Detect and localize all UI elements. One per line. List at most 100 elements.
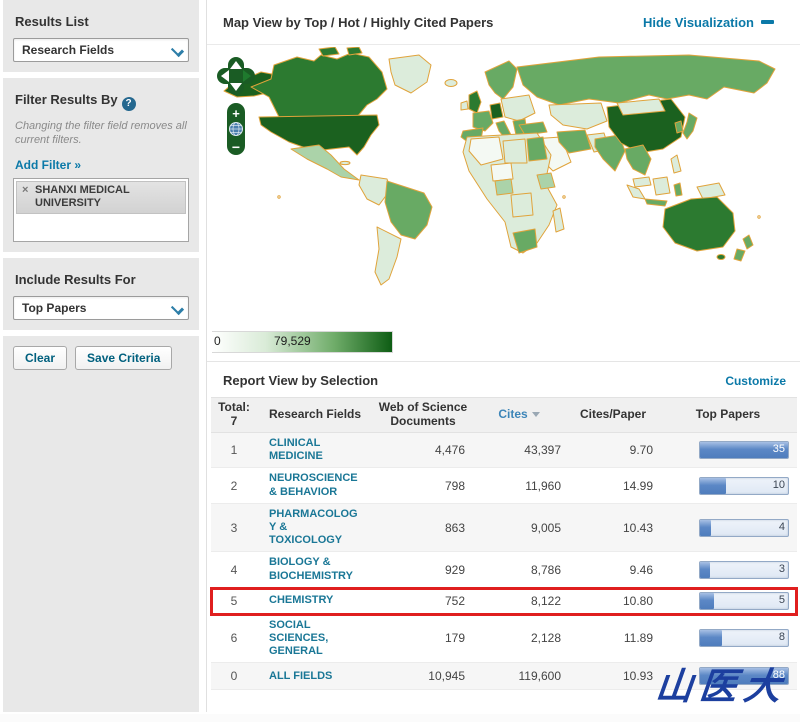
country-shape	[374, 226, 402, 286]
research-field-link[interactable]: BIOLOGY & BIOCHEMISTRY	[269, 556, 361, 582]
row-cites-value: 11,960	[525, 478, 561, 493]
country-shape	[516, 54, 776, 106]
main-panel: Map View by Top / Hot / Highly Cited Pap…	[206, 0, 800, 712]
add-filter-link[interactable]: Add Filter »	[15, 158, 81, 172]
country-shape	[500, 94, 536, 122]
top-papers-bar: 4	[699, 518, 789, 537]
column-header-cites[interactable]: Cites	[471, 405, 567, 425]
help-icon[interactable]: ?	[121, 97, 136, 111]
country-shape	[444, 79, 458, 87]
row-cites-per-paper-value: 9.70	[629, 443, 653, 458]
filter-note: Changing the filter field removes all cu…	[15, 120, 187, 146]
research-field-link[interactable]: ALL FIELDS	[269, 670, 361, 683]
results-list-section: Results List Research Fields	[3, 0, 199, 72]
row-cites-per-paper-value: 10.93	[622, 669, 653, 684]
top-papers-value: 3	[778, 562, 785, 575]
country-shape	[742, 234, 754, 250]
clear-button[interactable]: Clear	[13, 345, 68, 370]
report-view-title: Report View by Selection	[223, 373, 379, 388]
results-list-header: Results List	[15, 14, 89, 29]
country-shape	[510, 192, 534, 218]
map-view-title: Map View by Top / Hot / Highly Cited Pap…	[223, 14, 494, 30]
row-rank: 3	[230, 520, 238, 535]
research-field-link[interactable]: CHEMISTRY	[269, 594, 361, 607]
table-row: 2 NEUROSCIENCE & BEHAVIOR 798 11,960 14.…	[211, 468, 797, 504]
row-documents-value: 863	[444, 520, 465, 535]
top-papers-bar: 35	[699, 441, 789, 460]
filter-item-label: SHANXI MEDICAL UNIVERSITY	[35, 183, 130, 209]
top-papers-value: 4	[778, 520, 785, 533]
country-shape	[670, 154, 682, 174]
row-rank: 4	[230, 562, 238, 577]
table-row: 3 PHARMACOLOGY & TOXICOLOGY 863 9,005 10…	[211, 503, 797, 553]
include-results-header: Include Results For	[15, 271, 136, 287]
column-header-research-fields: Research Fields	[269, 407, 362, 422]
remove-filter-icon[interactable]: ×	[22, 184, 28, 197]
minus-icon	[761, 20, 774, 24]
filter-item[interactable]: × SHANXI MEDICAL UNIVERSITY	[16, 180, 186, 214]
results-list-selected-value: Research Fields	[22, 43, 115, 57]
pan-control[interactable]	[217, 57, 255, 95]
top-papers-value: 5	[778, 593, 785, 606]
country-shape	[716, 254, 726, 260]
top-papers-value: 35	[772, 443, 785, 456]
country-shape	[318, 47, 340, 57]
row-cites-value: 119,600	[518, 669, 562, 684]
country-shape	[644, 198, 668, 207]
results-list-select[interactable]: Research Fields	[13, 38, 189, 62]
include-results-section: Include Results For Top Papers	[3, 257, 199, 330]
row-cites-per-paper-value: 11.89	[623, 631, 653, 646]
save-criteria-button[interactable]: Save Criteria	[75, 345, 173, 370]
top-papers-bar: 5	[699, 591, 789, 610]
country-shape	[552, 207, 565, 233]
filter-list-box[interactable]: × SHANXI MEDICAL UNIVERSITY	[13, 177, 189, 242]
top-papers-value: 10	[772, 478, 785, 491]
country-shape	[674, 120, 684, 134]
row-cites-value: 9,005	[530, 520, 561, 535]
top-papers-value: 8	[778, 631, 785, 644]
row-rank: 1	[230, 443, 238, 458]
actions-section: Clear Save Criteria	[3, 335, 199, 712]
row-documents-value: 4,476	[434, 443, 465, 458]
country-shape	[662, 196, 736, 252]
country-shape	[526, 136, 548, 162]
bottom-strip	[0, 714, 800, 722]
sort-descending-icon	[531, 412, 540, 418]
country-shape	[502, 138, 528, 164]
research-field-link[interactable]: PHARMACOLOGY & TOXICOLOGY	[269, 508, 361, 548]
map-legend: 0 79,529	[212, 327, 402, 355]
zoom-out-button[interactable]: −	[232, 139, 240, 155]
chevron-down-icon	[170, 301, 184, 315]
zoom-in-button[interactable]: +	[232, 106, 240, 121]
customize-link[interactable]: Customize	[725, 374, 786, 388]
research-field-link[interactable]: SOCIAL SCIENCES, GENERAL	[269, 619, 361, 659]
legend-min-value: 0	[214, 334, 221, 348]
column-header-cites-per-paper: Cites/Paper	[579, 407, 647, 422]
country-shape	[250, 52, 388, 118]
research-field-link[interactable]: NEUROSCIENCE & BEHAVIOR	[269, 472, 361, 498]
include-results-select[interactable]: Top Papers	[13, 295, 189, 320]
include-results-selected-value: Top Papers	[22, 300, 87, 315]
world-map-visualization[interactable]: + −	[207, 45, 800, 327]
country-shape	[339, 160, 351, 166]
row-rank: 2	[230, 478, 238, 493]
table-row: 1 CLINICAL MEDICINE 4,476 43,397 9.70 35	[211, 433, 797, 469]
total-count: Total: 7	[218, 400, 250, 428]
country-shape	[384, 180, 433, 240]
research-field-link[interactable]: CLINICAL MEDICINE	[269, 437, 361, 463]
top-papers-bar-fill	[700, 477, 727, 494]
world-map	[223, 47, 776, 286]
table-body: 1 CLINICAL MEDICINE 4,476 43,397 9.70 35…	[210, 433, 798, 691]
top-papers-bar: 10	[699, 476, 789, 495]
row-documents-value: 798	[444, 478, 465, 493]
country-shape	[548, 102, 608, 130]
row-documents-value: 179	[444, 631, 465, 646]
chevron-down-icon	[170, 43, 184, 57]
column-header-documents: Web of Science Documents	[378, 400, 468, 428]
zoom-control[interactable]: + −	[227, 103, 245, 155]
row-cites-value: 8,786	[530, 562, 561, 577]
sidebar: Results List Research Fields Filter Resu…	[3, 0, 199, 712]
country-shape	[494, 178, 514, 196]
country-shape	[460, 100, 469, 111]
hide-visualization-link[interactable]: Hide Visualization	[643, 15, 774, 30]
